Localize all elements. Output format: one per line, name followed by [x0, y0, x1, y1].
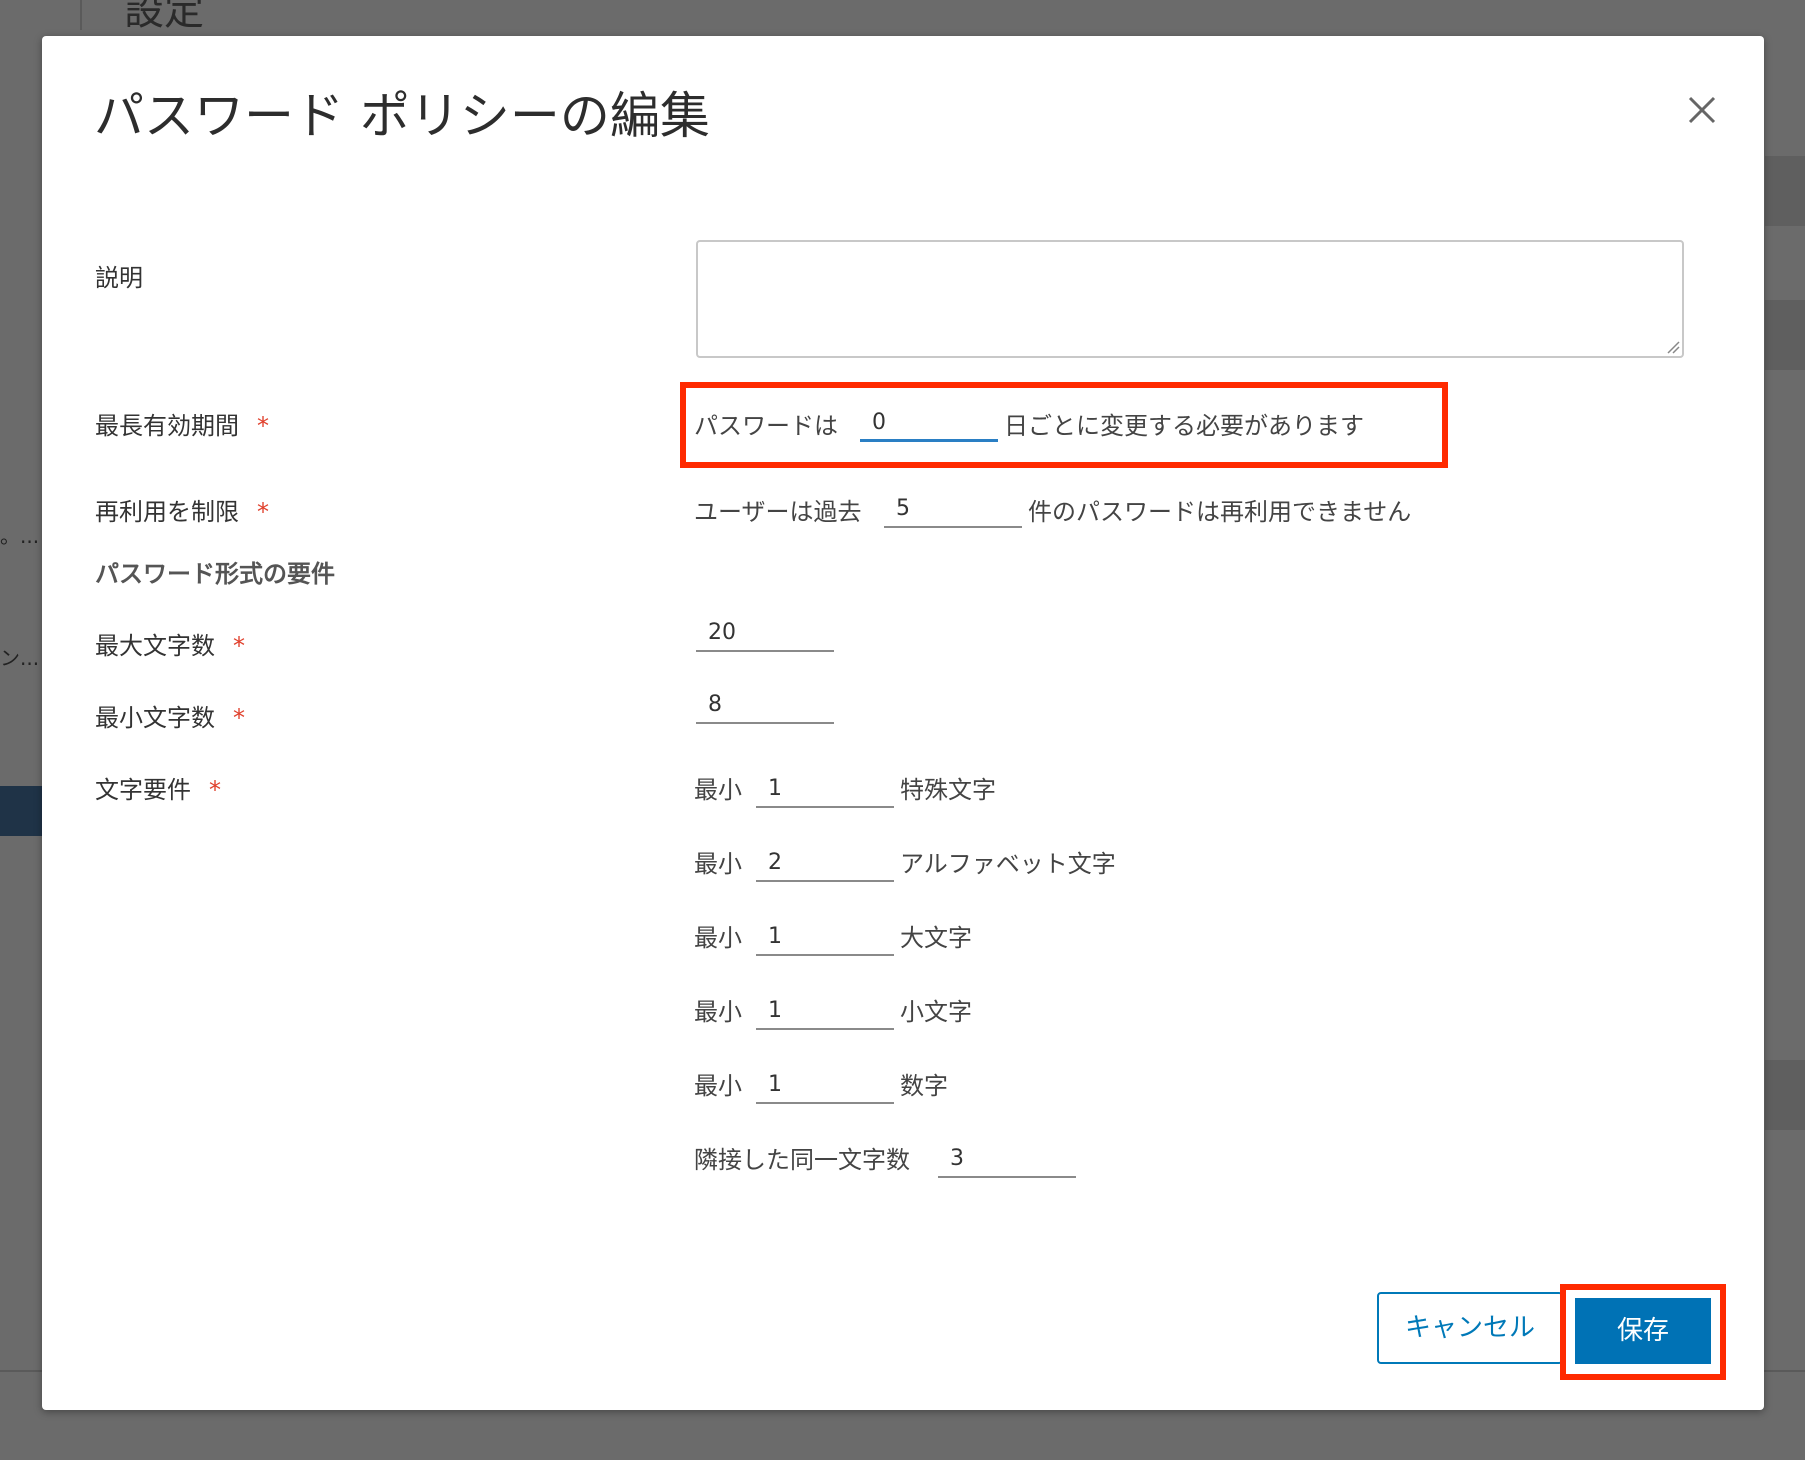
- max-length-input[interactable]: 20: [696, 612, 834, 652]
- min-length-label: 最小文字数 *: [95, 698, 245, 733]
- min-lower-input[interactable]: 1: [756, 990, 894, 1030]
- dialog-title: パスワード ポリシーの編集: [94, 87, 710, 145]
- min-lower-prefix: 最小: [694, 998, 742, 1026]
- min-alpha-suffix: アルファベット文字: [900, 850, 1116, 878]
- password-format-section-title: パスワード形式の要件: [95, 560, 335, 588]
- min-digit-prefix: 最小: [694, 1072, 742, 1100]
- min-lower-suffix: 小文字: [900, 998, 972, 1026]
- min-alpha-prefix: 最小: [694, 850, 742, 878]
- adjacent-chars-prefix: 隣接した同一文字数: [694, 1146, 910, 1174]
- min-upper-input[interactable]: 1: [756, 916, 894, 956]
- required-mark: *: [257, 498, 269, 526]
- close-button[interactable]: [1682, 90, 1722, 130]
- reuse-label-text: 再利用を制限: [95, 498, 239, 526]
- background-page-title: 設定: [124, 0, 204, 34]
- close-icon: [1688, 96, 1716, 124]
- min-upper-suffix: 大文字: [900, 924, 972, 952]
- highlight-save: [1560, 1284, 1726, 1380]
- max-lifetime-label-text: 最長有効期間: [95, 412, 239, 440]
- min-length-input[interactable]: 8: [696, 684, 834, 724]
- min-special-input[interactable]: 1: [756, 768, 894, 808]
- cancel-button[interactable]: キャンセル: [1377, 1292, 1563, 1364]
- highlight-max-lifetime: [680, 382, 1448, 468]
- description-label: 説明: [95, 264, 143, 292]
- adjacent-chars-input[interactable]: 3: [938, 1138, 1076, 1178]
- reuse-prefix: ユーザーは過去: [694, 498, 862, 526]
- char-requirements-label: 文字要件 *: [95, 770, 221, 805]
- background-truncated-text: 。...: [0, 524, 40, 548]
- resize-grip-icon[interactable]: [1666, 340, 1680, 354]
- edit-password-policy-dialog: パスワード ポリシーの編集 説明 最長有効期間 * パスワードは 0 日ごとに変更…: [42, 36, 1764, 1410]
- reuse-label: 再利用を制限 *: [95, 492, 269, 527]
- background-truncated-text: ン...: [0, 646, 40, 670]
- min-upper-prefix: 最小: [694, 924, 742, 952]
- min-special-prefix: 最小: [694, 776, 742, 804]
- required-mark: *: [233, 704, 245, 732]
- reuse-suffix: 件のパスワードは再利用できません: [1028, 498, 1412, 526]
- min-digit-input[interactable]: 1: [756, 1064, 894, 1104]
- required-mark: *: [233, 632, 245, 660]
- background-band: [1765, 156, 1805, 226]
- required-mark: *: [257, 412, 269, 440]
- max-lifetime-label: 最長有効期間 *: [95, 406, 269, 441]
- max-length-label: 最大文字数 *: [95, 626, 245, 661]
- max-length-label-text: 最大文字数: [95, 632, 215, 660]
- description-textarea[interactable]: [696, 240, 1684, 358]
- min-special-suffix: 特殊文字: [900, 776, 996, 804]
- min-length-label-text: 最小文字数: [95, 704, 215, 732]
- background-band: [1765, 1060, 1805, 1130]
- min-digit-suffix: 数字: [900, 1072, 948, 1100]
- required-mark: *: [209, 776, 221, 804]
- char-requirements-label-text: 文字要件: [95, 776, 191, 804]
- background-selected-nav: [0, 786, 42, 836]
- reuse-input[interactable]: 5: [884, 488, 1022, 528]
- background-band: [1765, 300, 1805, 370]
- min-alpha-input[interactable]: 2: [756, 842, 894, 882]
- background-divider: [80, 0, 82, 30]
